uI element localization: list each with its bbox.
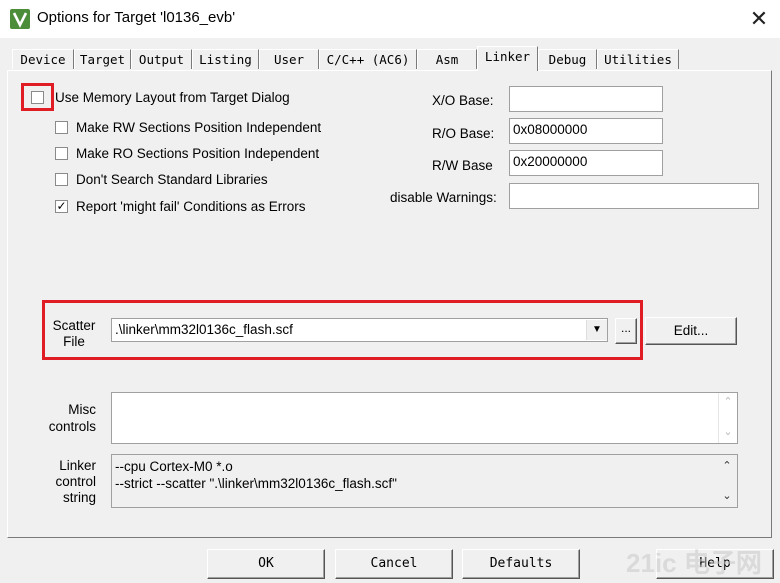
dont-search-libs-checkbox[interactable] (55, 173, 68, 186)
scroll-up-icon[interactable]: ⌃ (721, 395, 735, 409)
linker-label-line2: control (55, 474, 96, 489)
xo-base-label: X/O Base: (432, 93, 494, 108)
tab-device[interactable]: Device (12, 49, 74, 69)
ro-base-label: R/O Base: (432, 126, 495, 141)
tab-target[interactable]: Target (74, 49, 131, 69)
linker-control-line2: --strict --scatter ".\linker\mm32l0136c_… (115, 476, 397, 491)
misc-label-line1: Misc (68, 402, 96, 417)
ro-independent-label: Make RO Sections Position Independent (76, 146, 320, 161)
tab-listing[interactable]: Listing (192, 49, 259, 69)
tab-output[interactable]: Output (131, 49, 192, 69)
highlight-box-memory-layout (21, 83, 54, 111)
close-icon[interactable]: ✕ (746, 6, 772, 32)
misc-scrollbar[interactable]: ⌃ ⌄ (718, 393, 737, 443)
rw-base-label: R/W Base (432, 158, 493, 173)
xo-base-input[interactable] (509, 86, 663, 112)
tab-linker[interactable]: Linker (477, 46, 538, 71)
watermark-21ic: 21ic 电子网 (626, 548, 762, 578)
misc-controls-input[interactable] (111, 392, 738, 444)
linker-scrollbar[interactable]: ⌃ ⌄ (718, 455, 736, 507)
rw-independent-label: Make RW Sections Position Independent (76, 120, 322, 135)
dont-search-libs-label: Don't Search Standard Libraries (76, 172, 268, 187)
linker-control-string-box[interactable]: --cpu Cortex-M0 *.o --strict --scatter "… (111, 454, 738, 508)
rw-independent-checkbox[interactable] (55, 121, 68, 134)
linker-control-string-label: Linker control string (40, 458, 96, 506)
keil-app-icon (10, 9, 30, 29)
highlight-box-scatter-file (42, 300, 643, 360)
disable-warnings-input[interactable] (509, 183, 759, 209)
report-might-fail-label: Report 'might fail' Conditions as Errors (76, 199, 306, 214)
misc-label-line2: controls (48, 419, 96, 434)
ro-independent-checkbox[interactable] (55, 147, 68, 160)
scroll-down-icon[interactable]: ⌄ (720, 489, 734, 503)
window-title: Options for Target 'l0136_evb' (37, 9, 236, 26)
use-memory-layout-label: Use Memory Layout from Target Dialog (55, 90, 290, 105)
scroll-up-icon[interactable]: ⌃ (720, 459, 734, 473)
ro-base-input[interactable]: 0x08000000 (509, 118, 663, 144)
cancel-button[interactable]: Cancel (335, 549, 453, 579)
ok-button[interactable]: OK (207, 549, 325, 579)
scroll-down-icon[interactable]: ⌄ (721, 425, 735, 439)
linker-label-line3: string (62, 490, 96, 505)
misc-controls-label: Misc controls (40, 401, 96, 435)
tab-user[interactable]: User (259, 49, 319, 69)
tab-c-cpp[interactable]: C/C++ (AC6) (319, 49, 417, 69)
tab-utilities[interactable]: Utilities (597, 49, 679, 69)
tab-debug[interactable]: Debug (538, 49, 597, 69)
defaults-button[interactable]: Defaults (462, 549, 580, 579)
tab-asm[interactable]: Asm (417, 49, 477, 69)
rw-base-input[interactable]: 0x20000000 (509, 150, 663, 176)
disable-warnings-label: disable Warnings: (390, 190, 497, 205)
linker-control-line1: --cpu Cortex-M0 *.o (115, 459, 233, 474)
report-might-fail-checkbox[interactable]: ✓ (55, 200, 68, 213)
edit-scatter-button[interactable]: Edit... (645, 317, 737, 345)
linker-label-line1: Linker (59, 458, 96, 473)
